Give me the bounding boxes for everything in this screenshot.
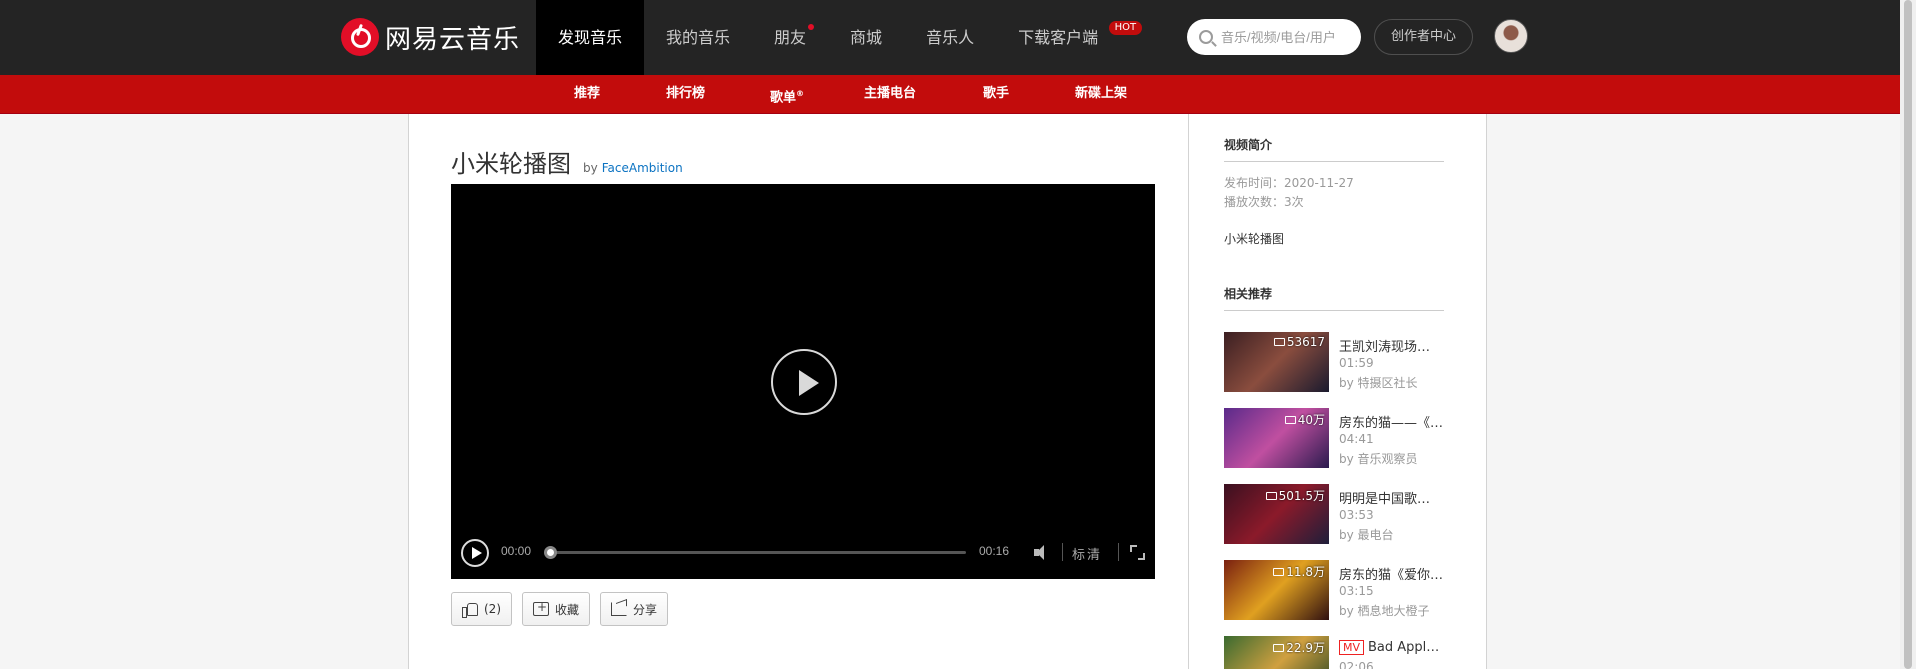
progress-handle[interactable] xyxy=(544,546,557,559)
creator-center-button[interactable]: 创作者中心 xyxy=(1374,19,1473,55)
like-count: (2) xyxy=(484,602,501,616)
nav-discover-music[interactable]: 发现音乐 xyxy=(536,0,645,75)
thumbs-up-icon xyxy=(462,602,478,618)
view-count: 501.5万 xyxy=(1265,487,1325,504)
video-title: 小米轮播图 xyxy=(451,150,571,178)
logo-text: 网易云音乐 xyxy=(385,24,521,55)
search-box[interactable] xyxy=(1187,19,1361,55)
top-nav: 发现音乐 我的音乐 朋友 商城 音乐人 下载客户端 HOT xyxy=(536,0,1144,75)
big-play-icon[interactable] xyxy=(771,349,837,415)
action-buttons: (2) 收藏 分享 xyxy=(451,592,669,626)
related-video-item[interactable]: 22.9万 MV Bad Apple!! 02:06 xyxy=(1224,636,1454,669)
play-count: 播放次数：3次 xyxy=(1224,195,1304,209)
netease-music-logo-icon xyxy=(341,18,379,56)
related-video-author[interactable]: by 栖息地大橙子 xyxy=(1339,602,1430,619)
share-icon xyxy=(611,602,628,616)
share-label: 分享 xyxy=(633,602,658,617)
video-thumbnail[interactable]: 11.8万 xyxy=(1224,560,1329,620)
add-folder-icon xyxy=(533,600,549,616)
divider xyxy=(1118,543,1119,561)
share-button[interactable]: 分享 xyxy=(600,592,669,626)
video-thumbnail[interactable]: 40万 xyxy=(1224,408,1329,468)
view-count: 40万 xyxy=(1284,411,1325,428)
nav-musician[interactable]: 音乐人 xyxy=(904,0,996,75)
search-input[interactable] xyxy=(1221,29,1351,45)
video-thumbnail[interactable]: 501.5万 xyxy=(1224,484,1329,544)
fullscreen-icon[interactable] xyxy=(1130,545,1145,560)
hot-badge: HOT xyxy=(1108,21,1143,35)
search-icon xyxy=(1199,30,1213,44)
related-video-item[interactable]: 11.8万 房东的猫《爱你… 03:15 by 栖息地大橙子 xyxy=(1224,560,1454,620)
related-video-title[interactable]: 明明是中国歌… xyxy=(1339,488,1444,507)
play-icon[interactable] xyxy=(461,539,489,567)
subnav-recommend[interactable]: 推荐 xyxy=(574,75,600,113)
video-icon xyxy=(1273,338,1285,346)
top-bar: 网易云音乐 发现音乐 我的音乐 朋友 商城 音乐人 下载客户端HOT 创作者中心 xyxy=(0,0,1900,75)
duration: 00:16 xyxy=(979,544,1010,558)
view-count: 22.9万 xyxy=(1273,639,1325,656)
related-video-author[interactable]: by 最电台 xyxy=(1339,526,1394,543)
related-video-title[interactable]: 王凯刘涛现场… xyxy=(1339,336,1444,355)
nav-my-music[interactable]: 我的音乐 xyxy=(644,0,752,75)
volume-icon[interactable] xyxy=(1034,545,1052,561)
collect-label: 收藏 xyxy=(555,602,580,617)
by-label: by xyxy=(583,161,598,175)
subnav-new-albums[interactable]: 新碟上架 xyxy=(1075,75,1127,113)
user-avatar[interactable] xyxy=(1494,19,1528,53)
video-player[interactable]: 00:00 00:16 标清 xyxy=(451,184,1155,579)
progress-bar[interactable] xyxy=(544,546,966,559)
publish-time: 发布时间：2020-11-27 xyxy=(1224,176,1354,190)
mv-badge: MV xyxy=(1339,640,1365,655)
related-video-title[interactable]: 房东的猫——《… xyxy=(1339,412,1444,431)
video-icon xyxy=(1265,491,1277,500)
subnav-playlists[interactable]: 歌单® xyxy=(770,75,804,113)
related-video-author[interactable]: by 音乐观察员 xyxy=(1339,450,1418,467)
intro-heading: 视频简介 xyxy=(1224,136,1444,162)
nav-friends[interactable]: 朋友 xyxy=(752,0,828,75)
related-video-duration: 03:53 xyxy=(1339,508,1374,522)
related-video-item[interactable]: 53617 王凯刘涛现场… 01:59 by 特摄区社长 xyxy=(1224,332,1454,392)
related-video-title[interactable]: 房东的猫《爱你… xyxy=(1339,564,1444,583)
scrollbar[interactable] xyxy=(1900,0,1916,669)
nav-download-client[interactable]: 下载客户端 HOT xyxy=(996,0,1143,75)
logo[interactable]: 网易云音乐 xyxy=(341,18,520,56)
related-video-title[interactable]: MV Bad Apple!! xyxy=(1339,640,1444,655)
view-count: 53617 xyxy=(1273,335,1325,349)
related-heading: 相关推荐 xyxy=(1224,285,1444,311)
video-description: 小米轮播图 xyxy=(1224,232,1285,246)
subnav-radio[interactable]: 主播电台 xyxy=(864,75,916,113)
related-video-duration: 02:06 xyxy=(1339,660,1374,669)
scrollbar-thumb[interactable] xyxy=(1904,0,1912,669)
related-video-duration: 03:15 xyxy=(1339,584,1374,598)
author-link[interactable]: FaceAmbition xyxy=(602,161,683,175)
nav-mall[interactable]: 商城 xyxy=(828,0,904,75)
video-thumbnail[interactable]: 22.9万 xyxy=(1224,636,1329,669)
related-video-item[interactable]: 40万 房东的猫——《… 04:41 by 音乐观察员 xyxy=(1224,408,1454,468)
subnav-charts[interactable]: 排行榜 xyxy=(666,75,705,113)
video-icon xyxy=(1284,415,1296,424)
current-time: 00:00 xyxy=(501,544,532,558)
quality-selector[interactable]: 标清 xyxy=(1072,544,1102,563)
like-button[interactable]: (2) xyxy=(451,592,512,626)
video-title-row: 小米轮播图 by FaceAmbition xyxy=(451,144,683,179)
divider xyxy=(1062,543,1063,561)
registered-mark: ® xyxy=(796,89,805,98)
related-video-duration: 04:41 xyxy=(1339,432,1374,446)
related-video-item[interactable]: 501.5万 明明是中国歌… 03:53 by 最电台 xyxy=(1224,484,1454,544)
view-count: 11.8万 xyxy=(1273,563,1325,580)
sub-nav: 推荐 排行榜 歌单® 主播电台 歌手 新碟上架 xyxy=(0,75,1900,114)
subnav-artists[interactable]: 歌手 xyxy=(983,75,1009,113)
collect-button[interactable]: 收藏 xyxy=(522,592,591,626)
content-wrapper: 小米轮播图 by FaceAmbition 00:00 00:16 标清 (2)… xyxy=(408,114,1487,669)
main-column: 小米轮播图 by FaceAmbition 00:00 00:16 标清 (2)… xyxy=(409,114,1189,669)
video-icon xyxy=(1273,643,1285,652)
notification-dot xyxy=(808,24,815,30)
video-icon xyxy=(1273,567,1285,576)
player-controls: 00:00 00:16 标清 xyxy=(451,525,1155,579)
related-video-duration: 01:59 xyxy=(1339,356,1374,370)
video-thumbnail[interactable]: 53617 xyxy=(1224,332,1329,392)
side-column: 视频简介 发布时间：2020-11-27 播放次数：3次 小米轮播图 相关推荐 … xyxy=(1190,114,1486,669)
related-video-author[interactable]: by 特摄区社长 xyxy=(1339,374,1418,391)
